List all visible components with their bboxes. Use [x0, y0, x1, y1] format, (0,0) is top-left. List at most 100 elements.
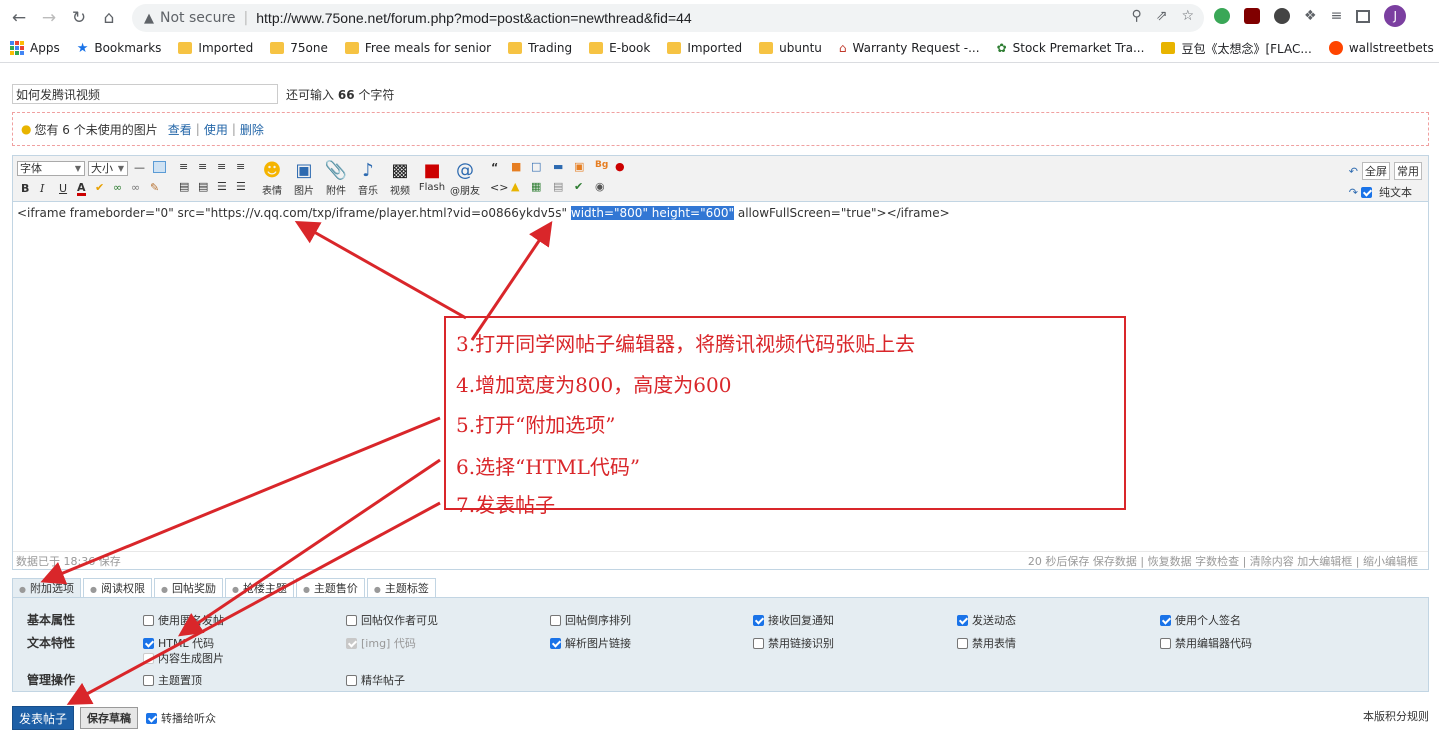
checkbox[interactable]	[957, 637, 968, 649]
checkbox[interactable]	[346, 614, 357, 626]
link-icon[interactable]: ∞	[113, 181, 122, 194]
code-icon[interactable]: <>	[490, 181, 508, 194]
common-button[interactable]: 常用	[1394, 162, 1422, 180]
emoticon-button[interactable]: ☻ 表情	[259, 160, 285, 197]
bookmark-trading[interactable]: Trading	[508, 41, 572, 55]
credit-rules-link[interactable]: 本版积分规则	[1363, 708, 1429, 724]
undo-arrow-icon[interactable]: ↶	[1349, 165, 1358, 178]
checkbox[interactable]	[143, 674, 154, 686]
extension-icon[interactable]	[1274, 8, 1290, 24]
video-button[interactable]: ▩ 视频	[387, 160, 413, 197]
option-disable-link-detect[interactable]: 禁用链接识别	[753, 635, 834, 651]
attachment-button[interactable]: 📎 附件	[323, 160, 349, 197]
option-sticky-thread[interactable]: 主题置顶	[143, 672, 202, 688]
size-select[interactable]: 大小 ▼	[88, 161, 128, 176]
option-use-signature[interactable]: 使用个人签名	[1160, 612, 1241, 628]
unordered-list-icon[interactable]: ☰	[236, 180, 246, 193]
float-left-icon[interactable]: ▤	[179, 180, 189, 193]
background-color-icon[interactable]	[153, 161, 166, 173]
bookmark-stock-premarket[interactable]: ✿ Stock Premarket Tra...	[997, 41, 1145, 55]
mention-button[interactable]: @ @朋友	[449, 160, 481, 197]
table-icon[interactable]: ▦	[531, 180, 541, 193]
index-icon[interactable]: ▤	[553, 180, 563, 193]
forward-arrow-icon[interactable]: →	[34, 3, 64, 33]
highlight-icon[interactable]: ✔	[95, 181, 104, 194]
font-color-icon[interactable]: A	[77, 182, 86, 196]
underline-icon[interactable]: U	[59, 182, 67, 195]
plain-text-checkbox[interactable]	[1361, 186, 1372, 198]
bookmark-warranty[interactable]: ⌂ Warranty Request -...	[839, 41, 980, 55]
reading-list-icon[interactable]: ≡	[1331, 8, 1343, 24]
checkbox[interactable]	[143, 614, 154, 626]
checkin-icon[interactable]: ✔	[574, 180, 583, 193]
bold-icon[interactable]: B	[21, 182, 29, 195]
bookmark-ubuntu[interactable]: ubuntu	[759, 41, 822, 55]
option-reply-notify[interactable]: 接收回复通知	[753, 612, 834, 628]
editor-actions[interactable]: 20 秒后保存 保存数据 | 恢复数据 字数检查 | 清除内容 加大编辑框 | …	[1028, 553, 1418, 569]
penguin-icon[interactable]: ●	[615, 160, 625, 173]
checkbox[interactable]	[143, 652, 154, 664]
free-content-icon[interactable]: □	[531, 160, 541, 173]
zoom-icon[interactable]: ⚲	[1131, 8, 1141, 24]
flash-button[interactable]: ■ Flash	[417, 160, 447, 193]
font-select[interactable]: 字体 ▼	[17, 161, 85, 176]
option-reverse-order[interactable]: 回帖倒序排列	[550, 612, 631, 628]
tab-thread-price[interactable]: ● 主题售价	[295, 578, 365, 598]
vpn-extension-icon[interactable]	[1214, 8, 1230, 24]
profile-avatar[interactable]: J	[1384, 5, 1407, 27]
subject-input[interactable]	[12, 84, 278, 104]
back-arrow-icon[interactable]: ←	[4, 3, 34, 33]
align-right-icon[interactable]: ≡	[217, 160, 226, 173]
bg-icon[interactable]: Bg	[595, 160, 608, 170]
option-reply-author-only[interactable]: 回帖仅作者可见	[346, 612, 438, 628]
post-bg-icon[interactable]: ▣	[574, 160, 584, 173]
option-disable-editor-code[interactable]: 禁用编辑器代码	[1160, 635, 1252, 651]
post-thread-button[interactable]: 发表帖子	[12, 706, 74, 730]
tab-extra-options[interactable]: ● 附加选项	[12, 578, 81, 598]
tab-thread-tags[interactable]: ● 主题标签	[366, 578, 436, 598]
clear-format-icon[interactable]: ✎	[150, 181, 159, 194]
checkbox[interactable]	[550, 637, 561, 649]
tab-reply-reward[interactable]: ● 回帖奖励	[153, 578, 223, 598]
bookmark-wallstreetbets[interactable]: wallstreetbets	[1328, 41, 1434, 55]
option-featured-thread[interactable]: 精华帖子	[346, 672, 405, 688]
address-bar[interactable]: ▲ Not secure | http://www.75one.net/foru…	[132, 4, 1204, 32]
page-break-icon[interactable]: ▬	[553, 160, 563, 173]
italic-icon[interactable]: I	[40, 182, 44, 195]
delete-images-link[interactable]: 删除	[240, 121, 264, 138]
quote-icon[interactable]: “	[491, 161, 498, 174]
bookmark-free-meals[interactable]: Free meals for senior	[344, 41, 491, 55]
bookmark-ebook[interactable]: E-book	[589, 41, 650, 55]
ublock-extension-icon[interactable]	[1244, 8, 1260, 24]
checkbox[interactable]	[146, 712, 157, 724]
fullscreen-button[interactable]: 全屏	[1362, 162, 1390, 180]
bookmark-bookmarks[interactable]: ★ Bookmarks	[77, 41, 162, 56]
bookmark-apps[interactable]: Apps	[10, 41, 60, 55]
image-button[interactable]: ▣ 图片	[291, 160, 317, 197]
checkbox[interactable]	[550, 614, 561, 626]
bookmark-imported[interactable]: Imported	[178, 41, 253, 55]
checkbox[interactable]	[1160, 614, 1171, 626]
home-icon[interactable]: ⌂	[94, 3, 124, 33]
save-draft-button[interactable]: 保存草稿	[80, 707, 138, 729]
option-parse-image-links[interactable]: 解析图片链接	[550, 635, 631, 651]
option-content-to-image[interactable]: 内容生成图片	[143, 650, 224, 666]
checkbox[interactable]	[957, 614, 968, 626]
unlink-icon[interactable]: ∞	[131, 181, 140, 194]
align-justify-icon[interactable]: ≡	[236, 160, 245, 173]
puzzle-icon[interactable]: ❖	[1304, 8, 1317, 24]
checkbox[interactable]	[1160, 637, 1171, 649]
option-html-code[interactable]: HTML 代码	[143, 635, 214, 651]
tab-read-permission[interactable]: ● 阅读权限	[82, 578, 152, 598]
broadcast-option[interactable]: 转播给听众	[146, 710, 216, 726]
music-button[interactable]: ♪ 音乐	[355, 160, 381, 197]
editor-content[interactable]: <iframe frameborder="0" src="https://v.q…	[17, 206, 950, 220]
tab-floor-grab[interactable]: ● 抢楼主题	[224, 578, 294, 598]
checkbox[interactable]	[346, 674, 357, 686]
checkbox[interactable]	[143, 637, 154, 649]
option-anonymous[interactable]: 使用匿名发帖	[143, 612, 224, 628]
bookmark-star-icon[interactable]: ☆	[1181, 8, 1194, 24]
ordered-list-icon[interactable]: ☰	[217, 180, 227, 193]
option-disable-emoticons[interactable]: 禁用表情	[957, 635, 1016, 651]
option-send-feed[interactable]: 发送动态	[957, 612, 1016, 628]
